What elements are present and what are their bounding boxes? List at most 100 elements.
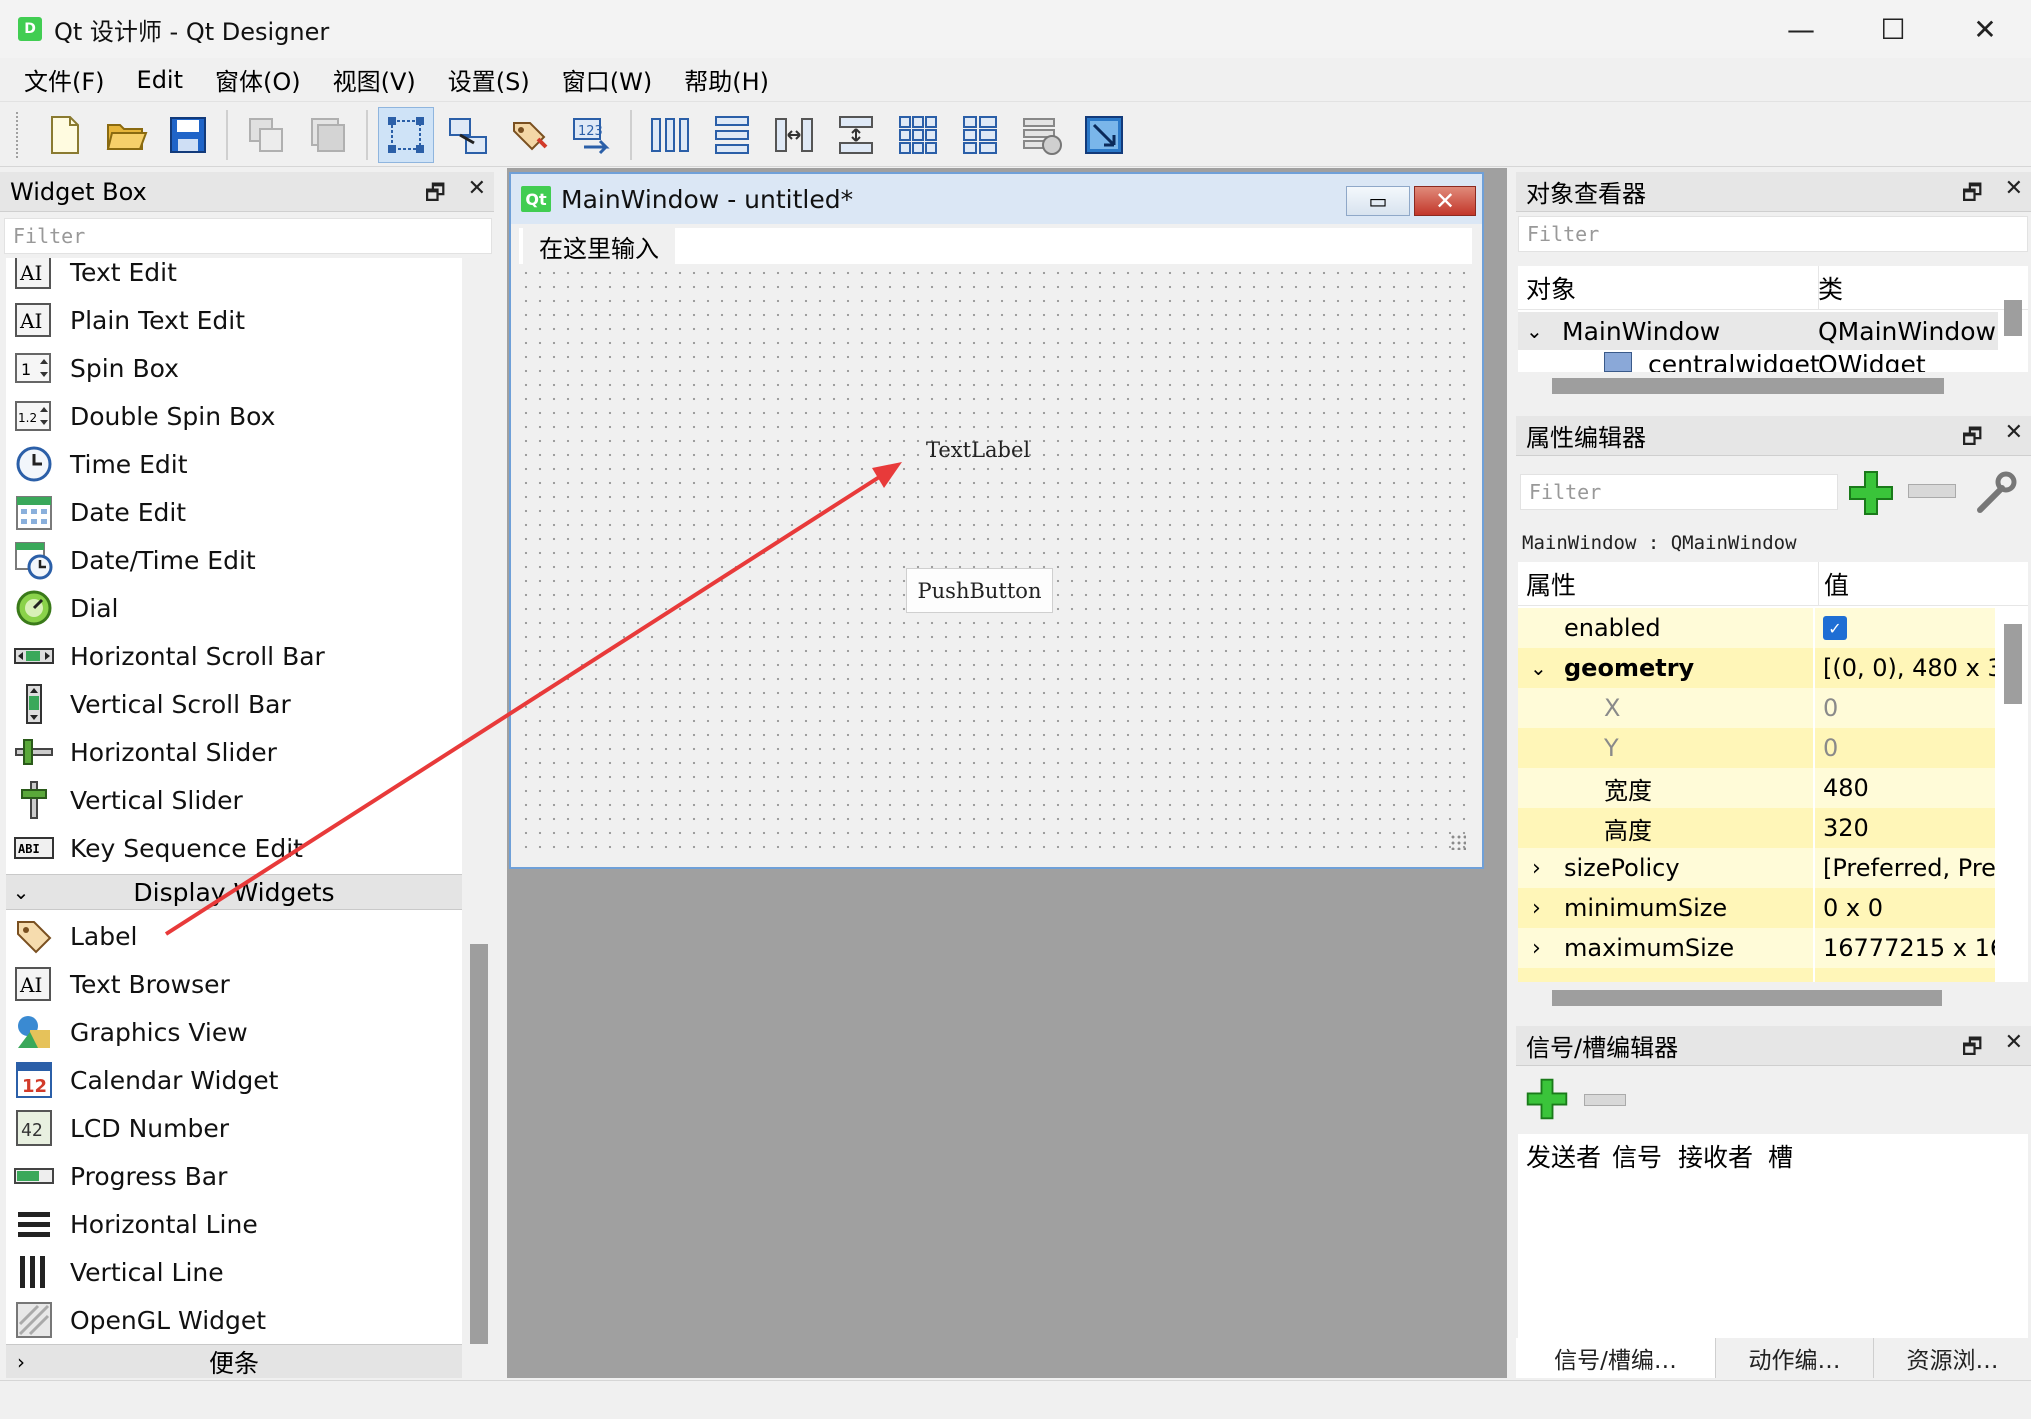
dock-float-icon[interactable]: 🗗 xyxy=(1962,176,1983,214)
copy-button[interactable] xyxy=(238,107,294,163)
property-row-enabled[interactable]: enabled ✓ xyxy=(1518,608,1995,648)
category-notes[interactable]: › 便条 xyxy=(6,1344,462,1378)
widget-item-horizontal-scroll-bar[interactable]: Horizontal Scroll Bar xyxy=(6,632,462,680)
text-label-widget[interactable]: TextLabel xyxy=(926,438,1030,462)
maximize-button[interactable]: ☐ xyxy=(1847,0,1939,58)
close-button[interactable]: ✕ xyxy=(1939,0,2031,58)
tab-signal-slot-editor[interactable]: 信号/槽编… xyxy=(1516,1338,1716,1378)
remove-property-button[interactable] xyxy=(1908,484,1956,498)
enabled-checkbox[interactable]: ✓ xyxy=(1823,616,1847,640)
widget-item-text-edit[interactable]: AI Text Edit xyxy=(6,258,462,296)
widget-box-filter-input[interactable]: Filter xyxy=(4,218,492,254)
tab-action-editor[interactable]: 动作编… xyxy=(1716,1338,1874,1378)
property-value[interactable]: 320 xyxy=(1815,808,1995,848)
widget-item-double-spin-box[interactable]: 1.2 Double Spin Box xyxy=(6,392,462,440)
chevron-down-icon[interactable]: ⌄ xyxy=(1530,656,1547,680)
property-row-width[interactable]: 宽度 480 xyxy=(1518,768,1995,808)
property-row-y[interactable]: Y 0 xyxy=(1518,728,1995,768)
widget-item-graphics-view[interactable]: Graphics View xyxy=(6,1008,462,1056)
property-row-height[interactable]: 高度 320 xyxy=(1518,808,1995,848)
property-value[interactable]: 0 x 0 xyxy=(1815,888,1995,928)
layout-form-button[interactable] xyxy=(952,107,1008,163)
widget-item-spin-box[interactable]: 1 Spin Box xyxy=(6,344,462,392)
column-signal[interactable]: 信号 xyxy=(1612,1138,1662,1174)
edit-signals-slots-button[interactable] xyxy=(440,107,496,163)
configure-property-button[interactable] xyxy=(1970,468,2020,518)
property-filter-input[interactable]: Filter xyxy=(1520,474,1838,510)
column-sender[interactable]: 发送者 xyxy=(1526,1138,1601,1174)
adjust-size-button[interactable] xyxy=(1076,107,1132,163)
tree-row-mainwindow[interactable]: ⌄ MainWindow QMainWindow xyxy=(1518,312,1998,350)
push-button-widget[interactable]: PushButton xyxy=(906,568,1053,613)
category-display-widgets[interactable]: ⌄ Display Widgets xyxy=(6,874,462,910)
widget-item-vertical-slider[interactable]: Vertical Slider xyxy=(6,776,462,824)
menu-file[interactable]: 文件(F) xyxy=(8,62,121,97)
add-connection-button[interactable] xyxy=(1524,1076,1570,1122)
widget-item-date-edit[interactable]: Date Edit xyxy=(6,488,462,536)
chevron-right-icon[interactable]: › xyxy=(1532,856,1541,881)
widget-item-plain-text-edit[interactable]: AI Plain Text Edit xyxy=(6,296,462,344)
widget-item-time-edit[interactable]: Time Edit xyxy=(6,440,462,488)
menu-help[interactable]: 帮助(H) xyxy=(668,62,785,97)
widget-item-label-widget[interactable]: Label xyxy=(6,912,462,960)
form-minimize-button[interactable]: ▭ xyxy=(1346,186,1410,216)
widget-item-vertical-scroll-bar[interactable]: Vertical Scroll Bar xyxy=(6,680,462,728)
widget-item-calendar-widget[interactable]: 12 Calendar Widget xyxy=(6,1056,462,1104)
object-tree-hscroll-thumb[interactable] xyxy=(1552,378,1944,394)
form-window[interactable]: Qt MainWindow - untitled* ▭ ✕ 在这里输入 Text… xyxy=(509,172,1484,869)
menu-window[interactable]: 窗口(W) xyxy=(546,62,668,97)
column-class[interactable]: 类 xyxy=(1818,270,1843,306)
chevron-right-icon[interactable]: › xyxy=(1532,896,1541,921)
property-table-hscroll-thumb[interactable] xyxy=(1552,990,1942,1006)
property-row-size-policy[interactable]: › sizePolicy [Preferred, Pre... xyxy=(1518,848,1995,888)
property-value[interactable]: ✓ xyxy=(1815,608,1995,648)
tree-row-centralwidget[interactable]: centralwidget QWidget xyxy=(1518,350,1998,372)
open-form-button[interactable] xyxy=(98,107,154,163)
property-value[interactable]: 0 xyxy=(1815,728,1995,768)
object-tree-scroll-thumb[interactable] xyxy=(2004,300,2022,336)
chevron-down-icon[interactable]: ⌄ xyxy=(1526,319,1543,343)
menu-edit[interactable]: Edit xyxy=(121,66,199,94)
dock-close-icon[interactable]: ✕ xyxy=(2005,176,2023,214)
property-value[interactable]: 480 xyxy=(1815,768,1995,808)
widget-item-progress-bar[interactable]: Progress Bar xyxy=(6,1152,462,1200)
dock-close-icon[interactable]: ✕ xyxy=(2005,1030,2023,1068)
chevron-right-icon[interactable]: › xyxy=(1532,936,1541,961)
widget-item-lcd-number[interactable]: 42 LCD Number xyxy=(6,1104,462,1152)
layout-vertical-splitter-button[interactable] xyxy=(828,107,884,163)
form-close-button[interactable]: ✕ xyxy=(1414,186,1476,216)
property-table-scroll-thumb[interactable] xyxy=(2004,624,2022,704)
layout-horizontal-splitter-button[interactable] xyxy=(766,107,822,163)
edit-buddies-button[interactable] xyxy=(502,107,558,163)
column-property[interactable]: 属性 xyxy=(1526,566,1576,602)
column-object[interactable]: 对象 xyxy=(1526,270,1576,306)
paste-button[interactable] xyxy=(300,107,356,163)
edit-tab-order-button[interactable]: 123 xyxy=(564,107,620,163)
remove-connection-button[interactable] xyxy=(1584,1094,1626,1106)
widget-item-datetime-edit[interactable]: Date/Time Edit xyxy=(6,536,462,584)
object-inspector-filter-input[interactable]: Filter xyxy=(1518,216,2028,252)
form-canvas[interactable]: TextLabel PushButton xyxy=(519,266,1472,856)
menu-form[interactable]: 窗体(O) xyxy=(199,62,317,97)
widget-item-vertical-line[interactable]: Vertical Line xyxy=(6,1248,462,1296)
property-row-geometry[interactable]: ⌄ geometry [(0, 0), 480 x 3... xyxy=(1518,648,1995,688)
menu-view[interactable]: 视图(V) xyxy=(317,62,432,97)
layout-grid-button[interactable] xyxy=(890,107,946,163)
widget-box-scroll-thumb[interactable] xyxy=(470,944,488,1344)
dock-close-icon[interactable]: ✕ xyxy=(468,176,486,214)
property-value[interactable]: [(0, 0), 480 x 3... xyxy=(1815,648,1995,688)
new-form-button[interactable] xyxy=(36,107,92,163)
column-receiver[interactable]: 接收者 xyxy=(1678,1138,1753,1174)
property-row-minimum-size[interactable]: › minimumSize 0 x 0 xyxy=(1518,888,1995,928)
layout-vertical-button[interactable] xyxy=(704,107,760,163)
layout-horizontal-button[interactable] xyxy=(642,107,698,163)
property-row-maximum-size[interactable]: › maximumSize 16777215 x 16... xyxy=(1518,928,1995,968)
property-value[interactable]: [Preferred, Pre... xyxy=(1815,848,1995,888)
add-dynamic-property-button[interactable] xyxy=(1846,468,1896,518)
widget-item-dial[interactable]: Dial xyxy=(6,584,462,632)
property-value[interactable]: 16777215 x 16... xyxy=(1815,928,1995,968)
save-form-button[interactable] xyxy=(160,107,216,163)
column-slot[interactable]: 槽 xyxy=(1768,1138,1793,1174)
dock-close-icon[interactable]: ✕ xyxy=(2005,420,2023,458)
column-value[interactable]: 值 xyxy=(1824,566,1849,602)
